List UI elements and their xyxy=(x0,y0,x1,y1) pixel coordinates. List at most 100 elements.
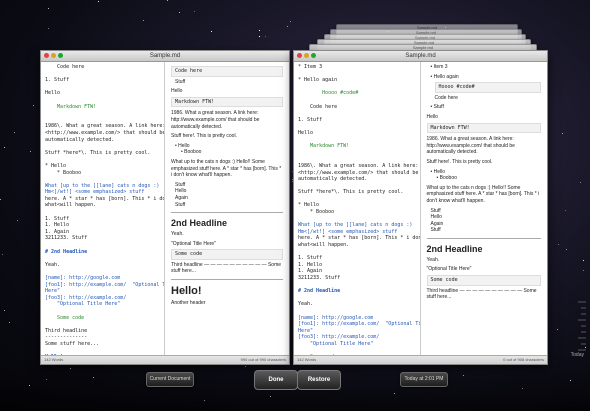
editor-line: -------------- xyxy=(45,334,88,341)
star xyxy=(562,133,563,134)
editor-line: [foo3]: http://example.com/ xyxy=(298,334,380,341)
editor-line: # 2nd Headline xyxy=(45,248,88,255)
markdown-editor[interactable]: Code here 1. Stuff Hello Markdown FTW! 1986… xyxy=(41,62,165,356)
star xyxy=(143,20,144,21)
star xyxy=(48,8,49,9)
editor-line: * Hello xyxy=(45,162,67,169)
status-bar: 142 Words 990 out of 990 characters xyxy=(41,355,289,364)
preview-list-item: Hello xyxy=(171,143,283,150)
editor-line: what<will happen. xyxy=(45,202,97,209)
preview-list-item: Item 3 xyxy=(427,64,542,71)
preview-list-item: Stuff xyxy=(427,104,542,111)
status-bar: 142 Words 0 out of 908 characters xyxy=(294,355,547,364)
timeline-label: Today xyxy=(570,352,584,358)
preview-paragraph: Third headline — — — — — — — — — — Some … xyxy=(426,287,537,301)
star xyxy=(17,220,18,221)
character-count: 0 out of 908 characters xyxy=(503,357,544,362)
editor-line: Third headline xyxy=(45,327,88,334)
star xyxy=(290,21,291,22)
editor-line: 3211233. Stuff xyxy=(45,235,88,242)
preview-list-item: Hello xyxy=(175,188,187,195)
character-count: 990 out of 990 characters xyxy=(240,357,286,362)
preview-code-block: Some code xyxy=(426,275,541,286)
star xyxy=(558,244,559,245)
snapshot-document-window[interactable]: Sample.md * Item 3 * Hello again Hoooo #c… xyxy=(293,50,548,365)
star xyxy=(33,105,34,106)
editor-line: Stuff *here*\. This is pretty cool. xyxy=(298,189,404,196)
editor-line: * Booboo xyxy=(45,169,82,176)
editor-line: What [up to the ][lane] cats n dogs :) xyxy=(298,222,413,229)
star xyxy=(583,270,584,271)
editor-line: * Booboo xyxy=(298,209,335,216)
editor-line: * Item 3 xyxy=(298,64,323,70)
window-title: Sample.md xyxy=(149,53,181,59)
preview-paragraph: What up to the cats n dogs :) Hello!! So… xyxy=(426,184,540,204)
editor-line: * Hello again xyxy=(298,77,338,84)
window-titlebar[interactable]: Sample.md xyxy=(294,51,547,62)
editor-line: here. A * star * has [born]. This * i do… xyxy=(298,235,420,242)
preview-list-item: Stuff xyxy=(430,207,441,214)
current-document-window[interactable]: Sample.md Code here 1. Stuff Hello Markdow… xyxy=(40,50,290,365)
preview-code-block: Hoooo #code# xyxy=(434,82,541,93)
star xyxy=(4,147,5,148)
editor-line: 1986\. What a great season. A link here: xyxy=(45,123,165,130)
snapshot-date-button[interactable]: Today at 2:01 PM xyxy=(400,372,448,387)
preview-heading: 2nd Headline xyxy=(426,243,483,254)
star xyxy=(194,11,195,12)
star xyxy=(557,329,558,330)
star xyxy=(259,36,260,37)
editor-line: automatically detected. xyxy=(298,176,368,183)
editor-line: Hm<[/wt!] <some emphasized> stuff xyxy=(45,189,145,196)
editor-line: what<will happen. xyxy=(298,242,350,249)
preview-paragraph: "Optional Title Here" xyxy=(171,240,216,247)
timeline-ruler[interactable] xyxy=(572,300,586,360)
preview-divider xyxy=(426,237,541,239)
restore-button[interactable]: Restore xyxy=(297,370,341,390)
preview-list-item: Hello again xyxy=(427,74,542,81)
preview-paragraph: Another header xyxy=(171,300,206,307)
editor-line: Here" xyxy=(45,288,61,295)
editor-line: [name]: http://google.com xyxy=(45,275,121,281)
window-titlebar[interactable]: Sample.md xyxy=(41,51,289,62)
editor-line: 1. Again xyxy=(45,228,70,235)
editor-line: Stuff *here*\. This is pretty cool. xyxy=(45,149,151,156)
editor-line: # 2nd Headline xyxy=(298,288,341,295)
star xyxy=(580,182,581,183)
current-document-button[interactable]: Current Document xyxy=(146,372,194,387)
star xyxy=(98,1,99,2)
star xyxy=(245,366,246,367)
preview-paragraph: Yeah. xyxy=(171,231,184,238)
star xyxy=(259,30,260,31)
window-title: Sample.md xyxy=(405,53,436,59)
editor-line: Code here xyxy=(45,64,85,70)
star xyxy=(9,322,10,323)
preview-paragraph: Hello xyxy=(426,113,438,120)
markdown-editor[interactable]: * Item 3 * Hello again Hoooo #code# Code … xyxy=(294,62,421,356)
preview-divider xyxy=(171,212,283,214)
preview-list-item: Stuff xyxy=(430,227,441,234)
editor-line: Markdown FTW! xyxy=(45,103,97,110)
preview-list-item: Booboo xyxy=(427,175,542,182)
done-button[interactable]: Done xyxy=(254,370,298,390)
preview-list-item: Booboo xyxy=(171,149,283,156)
editor-line: Markdown FTW! xyxy=(298,143,350,150)
star xyxy=(287,26,288,27)
preview-paragraph: Third headline — — — — — — — — — — Some … xyxy=(171,261,282,275)
star xyxy=(0,199,1,200)
editor-line: "Optional Title Here" xyxy=(298,340,374,347)
